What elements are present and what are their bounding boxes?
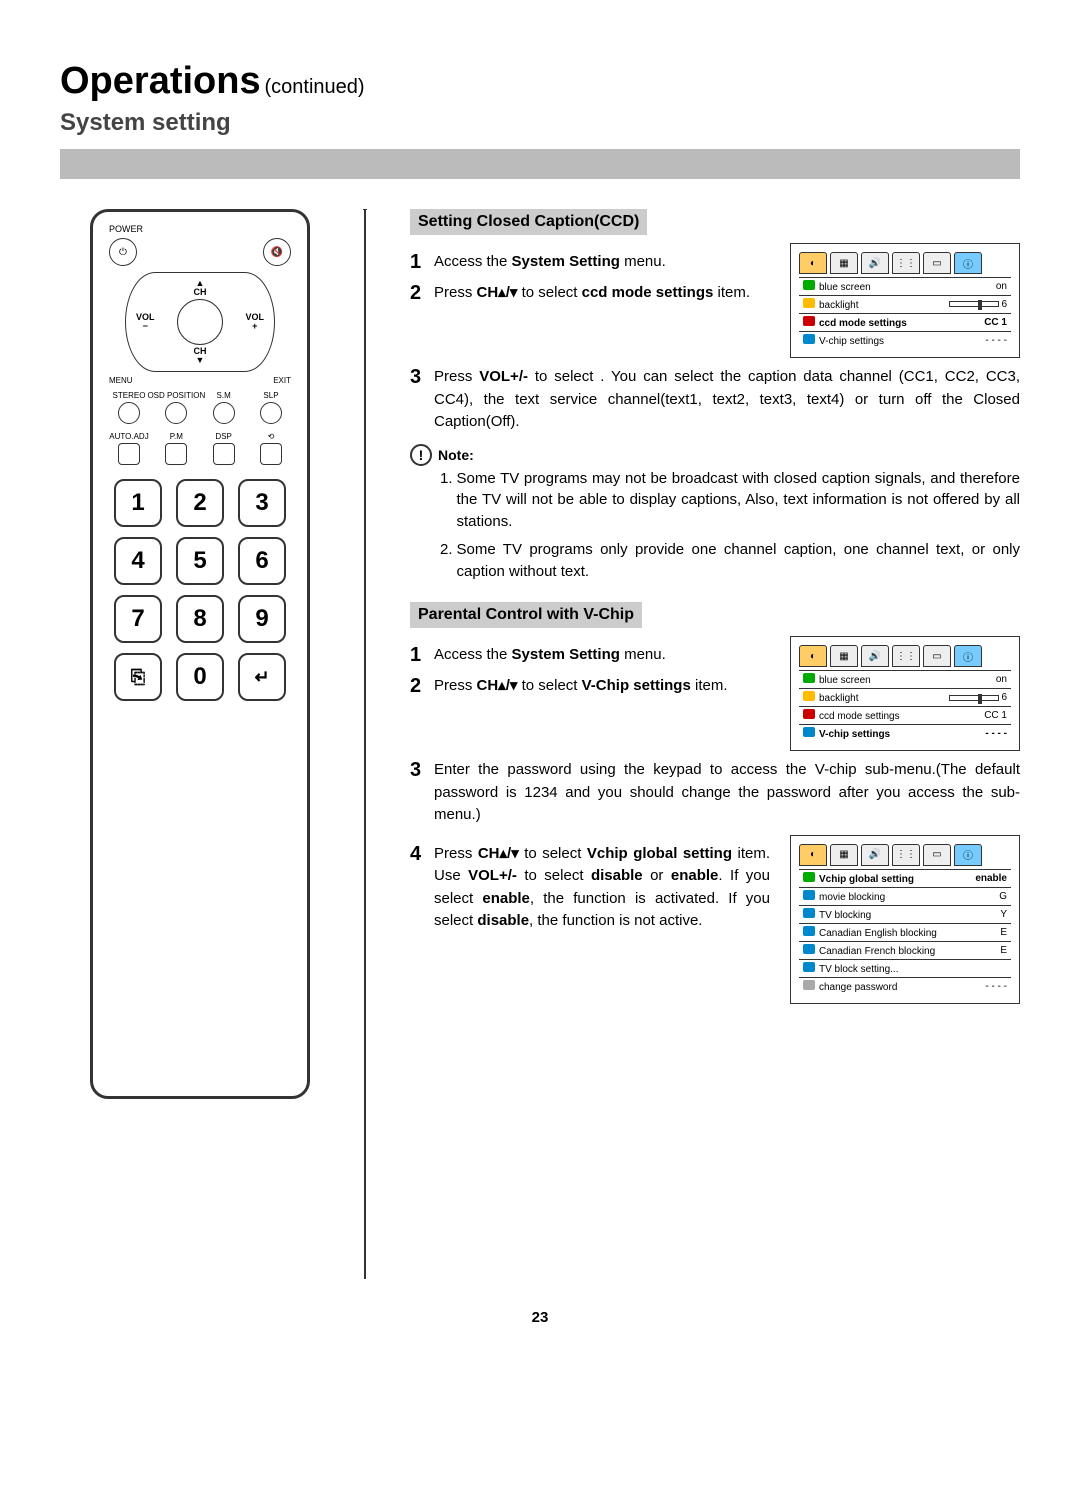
section-heading-vchip: Parental Control with V-Chip xyxy=(410,602,642,628)
stereo-button[interactable] xyxy=(118,402,140,424)
page-title: Operations (continued) xyxy=(60,60,1020,103)
section-heading-ccd: Setting Closed Caption(CCD) xyxy=(410,209,647,235)
key-enter[interactable]: ↵ xyxy=(238,653,286,701)
osd-menu-vchip-sub: ◐ ▦ 🔊 ⋮⋮ ▭ ⓘ Vchip global settingenable … xyxy=(790,835,1020,1004)
osd-tab-icon: ▭ xyxy=(923,252,951,274)
key-1[interactable]: 1 xyxy=(114,479,162,527)
key-8[interactable]: 8 xyxy=(176,595,224,643)
step-text: Access the System Setting menu. xyxy=(434,644,666,667)
remote-control: POWER ⏻ 🔇 ▲CH CH▼ VOL− VOL+ MENU EXIT xyxy=(90,209,310,1099)
osd-tab-icon: 🔊 xyxy=(861,645,889,667)
menu-label: MENU xyxy=(109,376,133,385)
remote-row-2: AUTO.ADJ P.M DSP ⟲ xyxy=(103,432,297,465)
step-text: Enter the password using the keypad to a… xyxy=(434,759,1020,827)
remote-row-1: STEREO OSD POSITION S.M SLP xyxy=(103,391,297,424)
key-3[interactable]: 3 xyxy=(238,479,286,527)
osd-tab-icon: ⓘ xyxy=(954,844,982,866)
mute-icon: 🔇 xyxy=(271,247,283,258)
key-7[interactable]: 7 xyxy=(114,595,162,643)
page-number: 23 xyxy=(60,1309,1020,1326)
step-text: Press CH▴/▾ to select ccd mode settings … xyxy=(434,282,750,305)
power-button[interactable]: ⏻ xyxy=(109,238,137,266)
key-2[interactable]: 2 xyxy=(176,479,224,527)
dsp-button[interactable] xyxy=(213,443,235,465)
osd-tab-icon: 🔊 xyxy=(861,252,889,274)
page-subtitle: System setting xyxy=(60,109,1020,137)
osd-tab-icon: 🔊 xyxy=(861,844,889,866)
osd-tab-icon: ▦ xyxy=(830,252,858,274)
osd-tab-icon: ⓘ xyxy=(954,645,982,667)
key-6[interactable]: 6 xyxy=(238,537,286,585)
step-number: 3 xyxy=(410,759,426,782)
pm-button[interactable] xyxy=(165,443,187,465)
dpad-ok[interactable] xyxy=(177,299,223,345)
sm-button[interactable] xyxy=(213,402,235,424)
return-button[interactable] xyxy=(260,443,282,465)
step-number: 4 xyxy=(410,843,426,866)
step-text: Press VOL+/- to select . You can select … xyxy=(434,366,1020,434)
osd-tab-icon: ⋮⋮ xyxy=(892,252,920,274)
step-number: 2 xyxy=(410,282,426,305)
exit-label: EXIT xyxy=(273,376,291,385)
osd-tab-icon: ▦ xyxy=(830,844,858,866)
slp-button[interactable] xyxy=(260,402,282,424)
osd-position-button[interactable] xyxy=(165,402,187,424)
dpad[interactable]: ▲CH CH▼ VOL− VOL+ xyxy=(125,272,275,372)
osd-tab-icon: ⋮⋮ xyxy=(892,645,920,667)
step-number: 3 xyxy=(410,366,426,389)
key-input[interactable]: ⎘ xyxy=(114,653,162,701)
osd-tab-icon: ⓘ xyxy=(954,252,982,274)
step-number: 2 xyxy=(410,675,426,698)
note-icon: ! xyxy=(410,444,432,466)
key-4[interactable]: 4 xyxy=(114,537,162,585)
osd-tab-icon: ◐ xyxy=(799,645,827,667)
key-9[interactable]: 9 xyxy=(238,595,286,643)
osd-tab-icon: ⋮⋮ xyxy=(892,844,920,866)
step-number: 1 xyxy=(410,251,426,274)
autoadj-button[interactable] xyxy=(118,443,140,465)
keypad: 1 2 3 4 5 6 7 8 9 ⎘ 0 ↵ xyxy=(103,479,297,701)
osd-tab-icon: ▦ xyxy=(830,645,858,667)
osd-menu-ccd: ◐ ▦ 🔊 ⋮⋮ ▭ ⓘ blue screenon backlight 6 c… xyxy=(790,243,1020,358)
mute-button[interactable]: 🔇 xyxy=(263,238,291,266)
step-number: 1 xyxy=(410,644,426,667)
osd-tab-icon: ◐ xyxy=(799,252,827,274)
header-bar xyxy=(60,149,1020,179)
osd-tab-icon: ▭ xyxy=(923,645,951,667)
osd-menu-vchip: ◐ ▦ 🔊 ⋮⋮ ▭ ⓘ blue screenon backlight 6 c… xyxy=(790,636,1020,751)
column-divider xyxy=(364,209,366,1279)
key-5[interactable]: 5 xyxy=(176,537,224,585)
power-label: POWER xyxy=(109,224,297,234)
osd-tab-icon: ◐ xyxy=(799,844,827,866)
note-list: 1.Some TV programs may not be broadcast … xyxy=(440,468,1020,583)
key-0[interactable]: 0 xyxy=(176,653,224,701)
step-text: Press CH▴/▾ to select V-Chip settings it… xyxy=(434,675,728,698)
power-icon: ⏻ xyxy=(119,247,127,258)
note-label: Note: xyxy=(438,447,474,463)
step-text: Press CH▴/▾ to select Vchip global setti… xyxy=(434,843,770,933)
step-text: Access the System Setting menu. xyxy=(434,251,666,274)
osd-tab-icon: ▭ xyxy=(923,844,951,866)
